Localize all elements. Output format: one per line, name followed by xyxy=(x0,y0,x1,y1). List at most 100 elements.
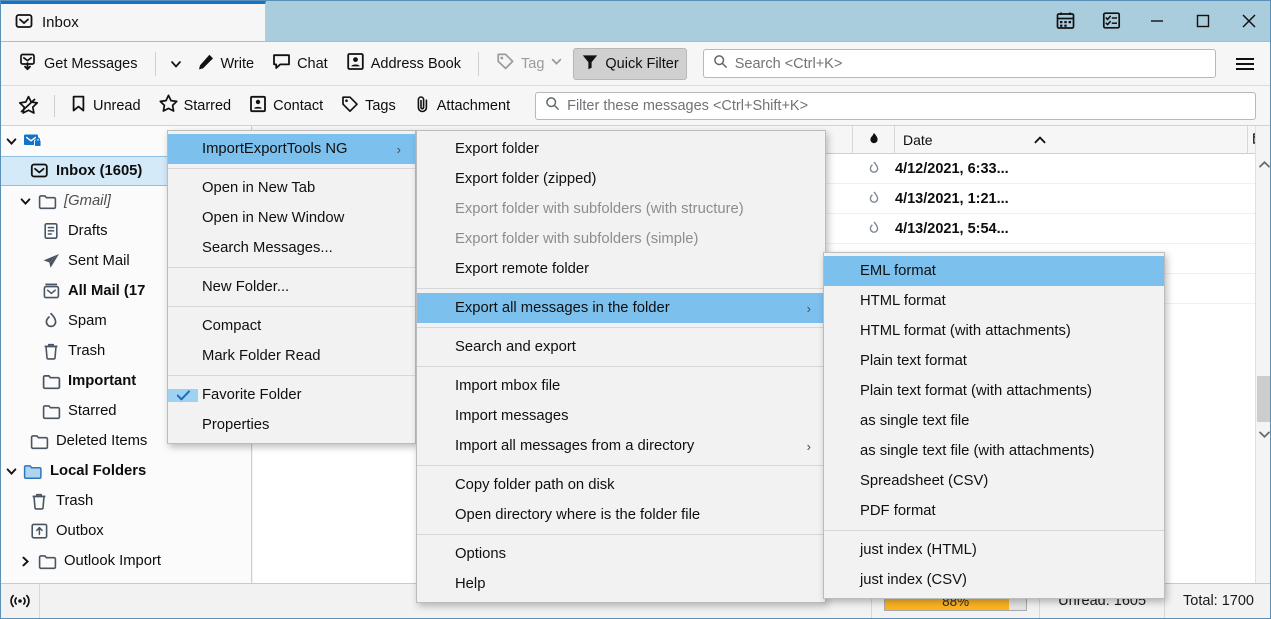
menu-item-importexporttools-ng[interactable]: ImportExportTools NG › xyxy=(168,134,415,164)
menu-item-label: Plain text format (with attachments) xyxy=(860,383,1092,399)
row-spam-icon[interactable] xyxy=(853,191,895,206)
menu-item-eml-format[interactable]: EML format xyxy=(824,256,1164,286)
quick-filter-label: Quick Filter xyxy=(605,55,679,72)
menu-item-single-text-file-attachments[interactable]: as single text file (with attachments) xyxy=(824,436,1164,466)
filter-contact[interactable]: Contact xyxy=(240,91,332,121)
menu-item-label: HTML format (with attachments) xyxy=(860,323,1071,339)
menu-item-label: PDF format xyxy=(860,503,936,519)
menu-item-import-messages[interactable]: Import messages xyxy=(417,401,825,431)
tab-inbox[interactable]: Inbox xyxy=(1,1,266,41)
menu-item-help[interactable]: Help xyxy=(417,569,825,599)
row-spam-icon[interactable] xyxy=(853,221,895,236)
address-book-label: Address Book xyxy=(370,55,461,72)
twisty-down-icon[interactable] xyxy=(15,195,35,208)
minimize-button[interactable] xyxy=(1134,1,1180,41)
toolbar-divider xyxy=(154,51,156,76)
scrollbar-thumb[interactable] xyxy=(1257,376,1270,422)
bookmark-icon xyxy=(70,95,87,116)
menu-item-export-remote-folder[interactable]: Export remote folder xyxy=(417,254,825,284)
twisty-down-icon[interactable] xyxy=(1,465,21,478)
menu-item-mark-folder-read[interactable]: Mark Folder Read xyxy=(168,341,415,371)
column-date[interactable]: Date xyxy=(895,126,1055,154)
sidebar-item-label: Sent Mail xyxy=(68,253,130,269)
folder-context-menu[interactable]: ImportExportTools NG › Open in New Tab O… xyxy=(167,130,416,444)
menu-item-just-index-csv[interactable]: just index (CSV) xyxy=(824,565,1164,595)
filter-starred[interactable]: Starred xyxy=(150,90,241,121)
row-spam-icon[interactable] xyxy=(853,161,895,176)
tasks-icon[interactable] xyxy=(1088,1,1134,41)
tags-icon xyxy=(341,95,359,117)
menu-item-export-folder[interactable]: Export folder xyxy=(417,134,825,164)
starred-filter-icon[interactable] xyxy=(9,91,48,120)
menu-item-export-folder-zipped[interactable]: Export folder (zipped) xyxy=(417,164,825,194)
scroll-down-icon[interactable] xyxy=(1256,424,1270,444)
menu-item-search-and-export[interactable]: Search and export xyxy=(417,332,825,362)
filter-tags[interactable]: Tags xyxy=(332,91,405,121)
quick-filter-bar: Unread Starred Contact Tags Attachment F… xyxy=(1,86,1270,126)
menu-item-single-text-file[interactable]: as single text file xyxy=(824,406,1164,436)
importexporttools-submenu[interactable]: Export folder Export folder (zipped) Exp… xyxy=(416,130,826,603)
export-format-submenu[interactable]: EML format HTML format HTML format (with… xyxy=(823,252,1165,599)
message-list-scrollbar[interactable] xyxy=(1255,126,1270,584)
scroll-up-icon[interactable] xyxy=(1256,154,1270,174)
menu-item-label: Export folder with subfolders (with stru… xyxy=(455,201,744,217)
menu-item-options[interactable]: Options xyxy=(417,539,825,569)
menu-item-new-folder[interactable]: New Folder... xyxy=(168,272,415,302)
calendar-icon[interactable] xyxy=(1042,1,1088,41)
write-button[interactable]: Write xyxy=(189,48,263,80)
sidebar-item-local-trash[interactable]: Trash xyxy=(1,486,251,516)
sidebar-item-local-folders[interactable]: Local Folders xyxy=(1,456,251,486)
menu-item-spreadsheet-csv[interactable]: Spreadsheet (CSV) xyxy=(824,466,1164,496)
menu-item-just-index-html[interactable]: just index (HTML) xyxy=(824,535,1164,565)
get-messages-dropdown[interactable] xyxy=(165,52,187,76)
twisty-down-icon[interactable] xyxy=(1,135,21,148)
get-messages-icon xyxy=(19,52,38,75)
menu-item-pdf-format[interactable]: PDF format xyxy=(824,496,1164,526)
sent-icon xyxy=(39,252,63,270)
menu-item-favorite-folder[interactable]: Favorite Folder xyxy=(168,380,415,410)
menu-item-html-format-attachments[interactable]: HTML format (with attachments) xyxy=(824,316,1164,346)
tag-button[interactable]: Tag xyxy=(488,47,571,80)
menu-item-export-all-messages[interactable]: Export all messages in the folder › xyxy=(417,293,825,323)
menu-item-import-all-messages-directory[interactable]: Import all messages from a directory › xyxy=(417,431,825,461)
chevron-down-icon[interactable] xyxy=(550,55,563,72)
sidebar-item-outbox[interactable]: Outbox xyxy=(1,516,251,546)
sidebar-item-outlook-import[interactable]: Outlook Import xyxy=(1,546,251,576)
menu-item-export-folder-subfolders-structure: Export folder with subfolders (with stru… xyxy=(417,194,825,224)
menu-item-label: Search and export xyxy=(455,339,576,355)
menu-item-plain-text-format[interactable]: Plain text format xyxy=(824,346,1164,376)
maximize-button[interactable] xyxy=(1180,1,1226,41)
filter-messages-input[interactable]: Filter these messages <Ctrl+Shift+K> xyxy=(535,91,1256,120)
menu-item-label: Options xyxy=(455,546,506,562)
menu-item-import-mbox-file[interactable]: Import mbox file xyxy=(417,371,825,401)
get-messages-button[interactable]: Get Messages xyxy=(11,47,146,80)
filter-unread[interactable]: Unread xyxy=(61,91,150,120)
filter-placeholder: Filter these messages <Ctrl+Shift+K> xyxy=(567,97,809,114)
menu-item-label: HTML format xyxy=(860,293,946,309)
search-placeholder: Search <Ctrl+K> xyxy=(734,55,843,72)
menu-item-search-messages[interactable]: Search Messages... xyxy=(168,233,415,263)
twisty-right-icon[interactable] xyxy=(15,555,35,568)
column-spam-icon[interactable] xyxy=(853,126,895,154)
filterbar-divider xyxy=(54,94,55,117)
menu-item-compact[interactable]: Compact xyxy=(168,311,415,341)
hamburger-icon[interactable] xyxy=(1228,49,1262,79)
menu-item-html-format[interactable]: HTML format xyxy=(824,286,1164,316)
menu-item-open-directory[interactable]: Open directory where is the folder file xyxy=(417,500,825,530)
sort-ascending-icon xyxy=(1033,132,1047,148)
search-input[interactable]: Search <Ctrl+K> xyxy=(702,49,1216,78)
folder-icon xyxy=(27,433,51,450)
menu-item-open-in-new-window[interactable]: Open in New Window xyxy=(168,203,415,233)
address-book-button[interactable]: Address Book xyxy=(338,47,469,80)
filter-contact-label: Contact xyxy=(273,97,324,114)
quick-filter-button[interactable]: Quick Filter xyxy=(573,47,687,80)
menu-item-label: just index (CSV) xyxy=(860,572,967,588)
close-button[interactable] xyxy=(1226,1,1270,41)
menu-item-open-in-new-tab[interactable]: Open in New Tab xyxy=(168,173,415,203)
menu-item-copy-folder-path[interactable]: Copy folder path on disk xyxy=(417,470,825,500)
filter-attachment[interactable]: Attachment xyxy=(405,91,519,121)
chat-button[interactable]: Chat xyxy=(264,47,336,80)
pencil-icon xyxy=(197,53,215,75)
menu-item-properties[interactable]: Properties xyxy=(168,410,415,440)
menu-item-plain-text-format-attachments[interactable]: Plain text format (with attachments) xyxy=(824,376,1164,406)
